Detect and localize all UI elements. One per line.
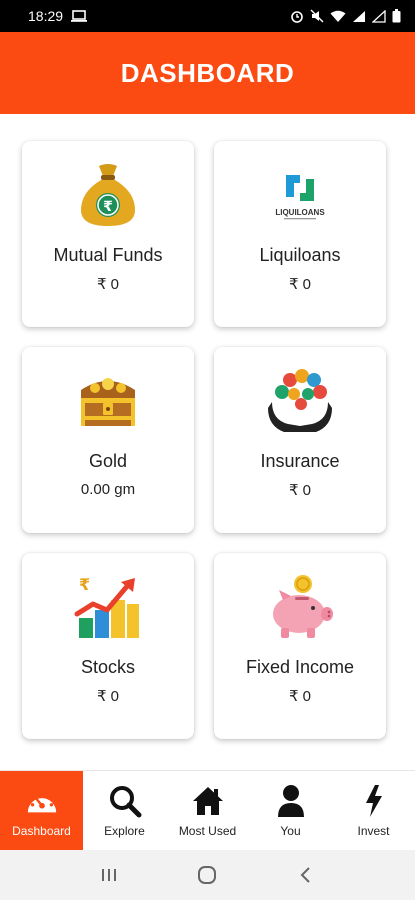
dashboard-grid: ₹ Mutual Funds ₹ 0 LIQUILOANS Liquiloans…: [22, 141, 387, 739]
back-chevron-icon: [300, 867, 310, 883]
nav-label: Dashboard: [12, 823, 71, 838]
signal-icon: [372, 9, 386, 23]
svg-text:₹: ₹: [103, 199, 113, 215]
lte-signal-icon: [353, 10, 365, 22]
svg-text:LIQUILOANS: LIQUILOANS: [275, 208, 325, 217]
card-liquiloans[interactable]: LIQUILOANS Liquiloans ₹ 0: [214, 141, 386, 327]
nav-item-explore[interactable]: Explore: [83, 771, 166, 850]
stocks-chart-icon: ₹: [72, 571, 144, 643]
status-bar: 18:29: [0, 0, 415, 32]
card-value: ₹ 0: [288, 276, 312, 293]
mute-icon: [310, 9, 324, 23]
person-icon: [274, 784, 308, 818]
card-label: Stocks: [80, 657, 136, 677]
nav-item-most-used[interactable]: Most Used: [166, 771, 249, 850]
home-circle-icon: [198, 866, 217, 884]
page-title: DASHBOARD: [120, 57, 295, 88]
recents-icon: [102, 869, 117, 881]
card-gold[interactable]: Gold 0.00 gm: [22, 347, 194, 533]
nav-label: You: [280, 823, 301, 838]
piggy-bank-icon: [264, 571, 336, 643]
status-time: 18:29: [28, 8, 64, 24]
treasure-chest-icon: [72, 365, 144, 437]
card-stocks[interactable]: ₹ Stocks ₹ 0: [22, 553, 194, 739]
card-value: ₹ 0: [96, 688, 120, 705]
nav-item-dashboard[interactable]: Dashboard: [0, 771, 83, 850]
card-value: 0.00 gm: [80, 481, 136, 498]
card-label: Mutual Funds: [53, 245, 163, 265]
alarm-icon: [291, 11, 303, 23]
card-value: ₹ 0: [288, 482, 312, 499]
back-button[interactable]: [291, 860, 321, 890]
nav-label: Invest: [357, 823, 390, 838]
card-mutual-funds[interactable]: ₹ Mutual Funds ₹ 0: [22, 141, 194, 327]
battery-icon: [392, 9, 401, 23]
card-fixed-income[interactable]: Fixed Income ₹ 0: [214, 553, 386, 739]
nav-item-invest[interactable]: Invest: [332, 771, 415, 850]
insurance-hands-icon: [264, 365, 336, 437]
money-bag-icon: ₹: [72, 159, 144, 231]
card-label: Liquiloans: [259, 245, 341, 265]
home-button[interactable]: [192, 860, 222, 890]
card-label: Gold: [88, 451, 128, 471]
nav-item-you[interactable]: You: [249, 771, 332, 850]
card-value: ₹ 0: [288, 688, 312, 705]
svg-text:₹: ₹: [79, 575, 90, 594]
system-nav-bar: [0, 850, 415, 900]
bottom-nav: Dashboard Explore Most Used You Invest: [0, 770, 415, 850]
card-value: ₹ 0: [96, 276, 120, 293]
wifi-icon: [330, 10, 346, 22]
nav-label: Explore: [104, 823, 145, 838]
app-header: DASHBOARD: [0, 32, 415, 114]
liquiloans-logo: LIQUILOANS: [264, 159, 336, 231]
card-label: Fixed Income: [245, 657, 355, 677]
home-icon: [191, 784, 225, 818]
card-insurance[interactable]: Insurance ₹ 0: [214, 347, 386, 533]
card-label: Insurance: [260, 451, 340, 471]
search-icon: [108, 784, 142, 818]
nav-label: Most Used: [178, 823, 237, 838]
speedometer-icon: [25, 784, 59, 818]
lightning-icon: [357, 784, 391, 818]
recents-button[interactable]: [94, 860, 124, 890]
laptop-icon: [71, 10, 88, 22]
